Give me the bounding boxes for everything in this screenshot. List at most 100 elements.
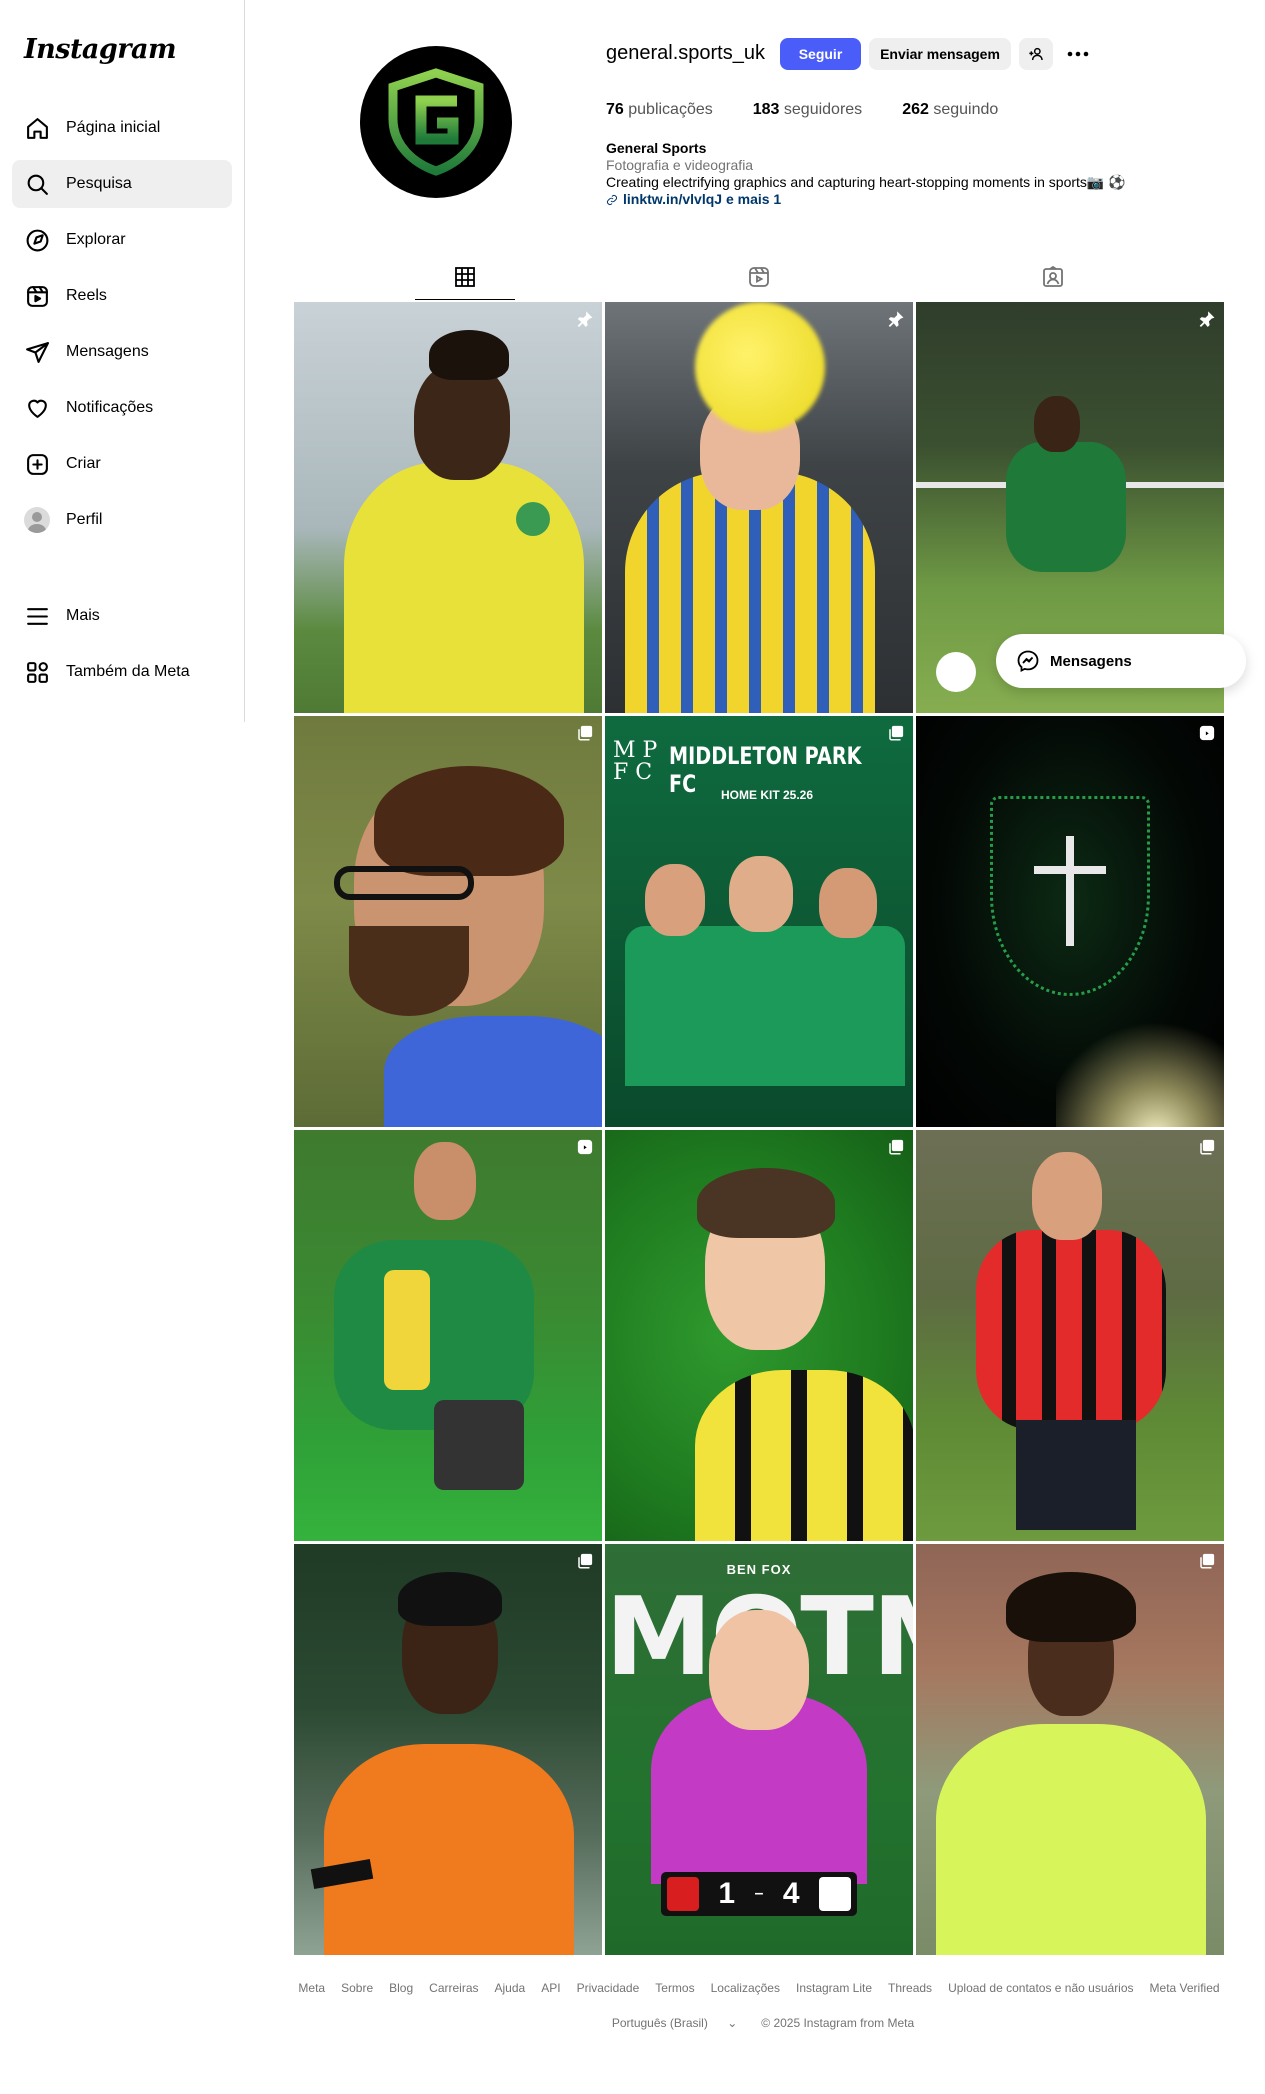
carousel-icon xyxy=(1198,1138,1216,1156)
footer-link[interactable]: Meta Verified xyxy=(1150,1981,1220,1995)
instagram-logo[interactable]: Instagram xyxy=(24,34,177,65)
shorts xyxy=(1016,1420,1136,1530)
shorts xyxy=(434,1400,524,1490)
sidebar-item-label: Página inicial xyxy=(66,119,161,136)
score-separator: – xyxy=(754,1885,764,1902)
compass-icon xyxy=(24,227,50,253)
profile-avatar[interactable] xyxy=(360,46,512,198)
send-icon xyxy=(24,339,50,365)
footer-link[interactable]: Termos xyxy=(655,1981,694,1995)
profile-category: Fotografia e videografia xyxy=(606,157,754,173)
sidebar-item-label: Criar xyxy=(66,455,101,472)
footer-link[interactable]: Upload de contatos e não usuários xyxy=(948,1981,1133,1995)
post-thumbnail[interactable] xyxy=(916,1544,1224,1955)
green-kits xyxy=(625,926,905,1086)
sidebar-item-notifications[interactable]: Notificações xyxy=(12,384,232,432)
send-message-button[interactable]: Enviar mensagem xyxy=(869,38,1011,70)
sidebar-item-profile[interactable]: Perfil xyxy=(12,496,232,544)
away-score: 4 xyxy=(782,1877,800,1910)
carousel-icon xyxy=(887,1138,905,1156)
sidebar-item-home[interactable]: Página inicial xyxy=(12,104,232,152)
post-thumbnail[interactable] xyxy=(605,302,913,713)
yellow-jersey xyxy=(344,462,584,713)
green-jersey xyxy=(1006,442,1126,572)
tagged-icon xyxy=(1043,265,1063,287)
more-dots-icon xyxy=(1067,51,1089,57)
language-selector[interactable]: Português (Brasil) ⌄ xyxy=(604,2016,745,2030)
profile-stats: 76 publicações 183 seguidores 262 seguin… xyxy=(606,101,1038,119)
chevron-down-icon: ⌄ xyxy=(727,2016,738,2030)
followers-count[interactable]: 183 seguidores xyxy=(753,101,862,119)
sidebar-item-messages[interactable]: Mensagens xyxy=(12,328,232,376)
profile-tabs xyxy=(294,254,1224,300)
post-thumbnail[interactable] xyxy=(916,716,1224,1127)
footer-link[interactable]: Ajuda xyxy=(495,1981,526,1995)
link-icon xyxy=(607,194,617,205)
more-options-button[interactable] xyxy=(1062,38,1094,70)
cross-icon xyxy=(1066,836,1074,946)
reel-icon xyxy=(576,1138,594,1156)
sidebar-item-explore[interactable]: Explorar xyxy=(12,216,232,264)
floating-messages-button[interactable]: Mensagens xyxy=(996,634,1246,688)
tab-posts[interactable] xyxy=(415,254,515,300)
player-head xyxy=(1032,1152,1102,1240)
sidebar-item-label: Mensagens xyxy=(66,343,149,360)
tab-tagged[interactable] xyxy=(1003,254,1103,300)
reels-icon xyxy=(24,283,50,309)
sidebar-item-search[interactable]: Pesquisa xyxy=(12,160,232,208)
plus-square-icon xyxy=(24,451,50,477)
post-subtitle: HOME KIT 25.26 xyxy=(721,788,814,802)
post-thumbnail[interactable] xyxy=(294,716,602,1127)
post-thumbnail[interactable] xyxy=(294,1130,602,1541)
sidebar-item-label: Mais xyxy=(66,607,100,624)
beard xyxy=(349,926,469,1016)
footer-link[interactable]: API xyxy=(541,1981,560,1995)
follow-button[interactable]: Seguir xyxy=(780,38,861,70)
player-head xyxy=(709,1610,809,1730)
sidebar-item-more[interactable]: Mais xyxy=(12,592,232,640)
heart-icon xyxy=(24,395,50,421)
sidebar-bottom: Mais Também da Meta xyxy=(12,592,232,704)
glasses xyxy=(334,866,474,900)
player-head xyxy=(414,1142,476,1220)
sidebar-item-label: Perfil xyxy=(66,511,103,528)
footer-link[interactable]: Localizações xyxy=(711,1981,780,1995)
sidebar: Instagram Página inicial Pesquisa Explor… xyxy=(0,0,245,722)
avatar xyxy=(24,507,50,533)
home-score: 1 xyxy=(718,1877,736,1910)
footer-link[interactable]: Threads xyxy=(888,1981,932,1995)
footer-link[interactable]: Privacidade xyxy=(577,1981,640,1995)
messenger-icon xyxy=(1017,650,1039,672)
sidebar-nav: Página inicial Pesquisa Explorar Reels M… xyxy=(12,104,232,552)
following-count[interactable]: 262 seguindo xyxy=(902,101,998,119)
footer-link[interactable]: Sobre xyxy=(341,1981,373,1995)
sidebar-item-label: Explorar xyxy=(66,231,126,248)
blue-jersey xyxy=(384,1016,602,1127)
post-thumbnail[interactable] xyxy=(916,1130,1224,1541)
yellow-black-jersey xyxy=(695,1370,913,1541)
carousel-icon xyxy=(1198,1552,1216,1570)
pinned-icon xyxy=(576,310,594,328)
post-thumbnail[interactable]: BEN FOX MOTM 1 – 4 xyxy=(605,1544,913,1955)
pinned-icon xyxy=(887,310,905,328)
profile-link[interactable]: linktw.in/vlvlqJ e mais 1 xyxy=(606,191,1126,208)
suggest-user-button[interactable] xyxy=(1019,38,1053,70)
post-thumbnail[interactable] xyxy=(294,302,602,713)
sidebar-item-reels[interactable]: Reels xyxy=(12,272,232,320)
tab-reels[interactable] xyxy=(709,254,809,300)
sidebar-item-create[interactable]: Criar xyxy=(12,440,232,488)
footer-link[interactable]: Blog xyxy=(389,1981,413,1995)
football xyxy=(695,302,825,432)
profile-bio-text: Creating electrifying graphics and captu… xyxy=(606,174,1126,190)
footer-link[interactable]: Instagram Lite xyxy=(796,1981,872,1995)
post-thumbnail[interactable] xyxy=(294,1544,602,1955)
footer-link[interactable]: Carreiras xyxy=(429,1981,478,1995)
profile-username: general.sports_uk xyxy=(606,42,765,64)
post-thumbnail[interactable]: M PF C MIDDLETON PARK FC HOME KIT 25.26 xyxy=(605,716,913,1127)
orange-jersey xyxy=(324,1744,574,1955)
footer-link[interactable]: Meta xyxy=(298,1981,325,1995)
floating-messages-label: Mensagens xyxy=(1050,652,1132,670)
sidebar-item-also-from-meta[interactable]: Também da Meta xyxy=(12,648,232,696)
post-thumbnail[interactable] xyxy=(605,1130,913,1541)
general-sports-logo-icon xyxy=(388,68,484,176)
